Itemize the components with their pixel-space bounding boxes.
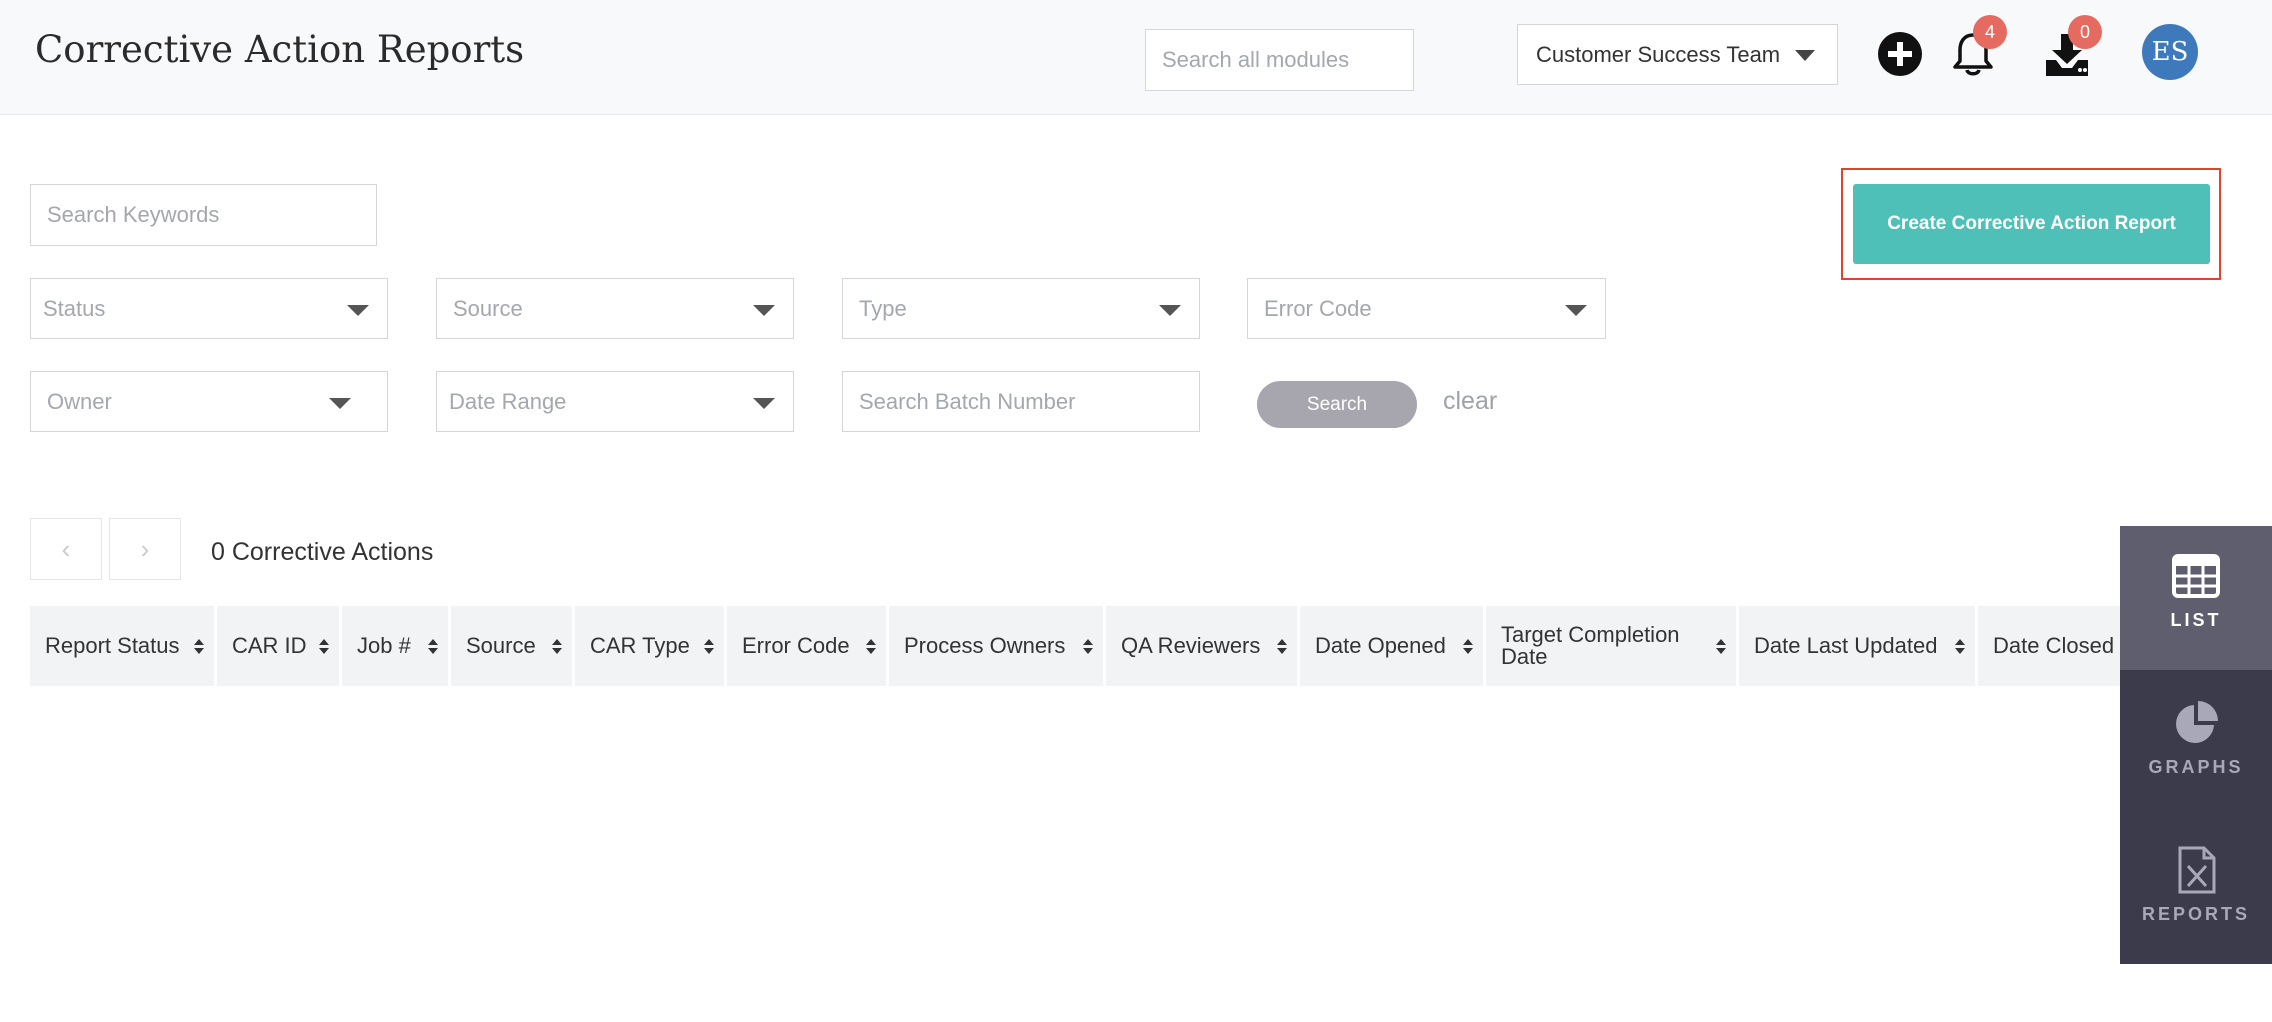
sort-icon bbox=[428, 639, 438, 655]
column-header-car-type[interactable]: CAR Type bbox=[575, 606, 724, 686]
reports-view-label: REPORTS bbox=[2141, 904, 2250, 924]
team-select-label: Customer Success Team bbox=[1536, 41, 1781, 67]
reports-view-button[interactable]: REPORTS bbox=[2120, 820, 2272, 964]
table-header: Report Status CAR ID Job # Source CAR Ty… bbox=[30, 606, 2159, 686]
downloads-badge: 0 bbox=[2068, 15, 2102, 49]
source-dropdown-label: Source bbox=[453, 295, 523, 321]
sort-icon bbox=[1083, 639, 1093, 655]
team-select[interactable]: Customer Success Team bbox=[1517, 24, 1838, 85]
error-code-dropdown[interactable]: Error Code bbox=[1247, 278, 1606, 339]
column-header-source[interactable]: Source bbox=[451, 606, 572, 686]
chevron-down-icon bbox=[1795, 50, 1815, 61]
create-car-button[interactable]: Create Corrective Action Report bbox=[1853, 184, 2210, 264]
date-range-dropdown[interactable]: Date Range bbox=[436, 371, 794, 432]
chevron-down-icon bbox=[1159, 305, 1181, 316]
sort-icon bbox=[866, 639, 876, 655]
results-count: 0 Corrective Actions bbox=[211, 538, 434, 566]
table-icon bbox=[2172, 554, 2220, 598]
sort-icon bbox=[704, 639, 714, 655]
sort-icon bbox=[319, 639, 329, 655]
column-header-target-completion-date[interactable]: Target Completion Date bbox=[1486, 606, 1736, 686]
previous-page-button[interactable]: ‹ bbox=[30, 518, 102, 580]
view-switcher-panel: LIST GRAPHS REPORTS bbox=[2120, 526, 2272, 964]
search-button[interactable]: Search bbox=[1257, 381, 1417, 428]
date-range-dropdown-label: Date Range bbox=[449, 388, 567, 414]
graphs-view-label: GRAPHS bbox=[2148, 757, 2244, 777]
chevron-down-icon bbox=[753, 305, 775, 316]
global-search-input[interactable] bbox=[1145, 29, 1414, 91]
notifications-badge: 4 bbox=[1973, 15, 2007, 49]
column-header-report-status[interactable]: Report Status bbox=[30, 606, 214, 686]
list-view-label: LIST bbox=[2170, 610, 2222, 630]
error-code-dropdown-label: Error Code bbox=[1264, 295, 1372, 321]
type-dropdown[interactable]: Type bbox=[842, 278, 1200, 339]
plus-circle-icon[interactable] bbox=[1877, 31, 1923, 77]
status-dropdown-label: Status bbox=[43, 295, 106, 321]
chevron-down-icon bbox=[329, 398, 351, 409]
sort-icon bbox=[552, 639, 562, 655]
column-header-qa-reviewers[interactable]: QA Reviewers bbox=[1106, 606, 1297, 686]
sort-icon bbox=[194, 639, 204, 655]
excel-file-icon bbox=[2178, 846, 2216, 894]
chevron-down-icon bbox=[347, 305, 369, 316]
status-dropdown[interactable]: Status bbox=[30, 278, 388, 339]
graphs-view-button[interactable]: GRAPHS bbox=[2120, 673, 2272, 817]
column-header-date-last-updated[interactable]: Date Last Updated bbox=[1739, 606, 1975, 686]
owner-dropdown-label: Owner bbox=[47, 388, 112, 414]
next-page-button[interactable]: › bbox=[109, 518, 181, 580]
chevron-right-icon: › bbox=[140, 533, 150, 564]
app-header: Corrective Action Reports Customer Succe… bbox=[0, 0, 2272, 115]
page-title: Corrective Action Reports bbox=[35, 28, 525, 71]
chevron-down-icon bbox=[1565, 305, 1587, 316]
column-header-process-owners[interactable]: Process Owners bbox=[889, 606, 1103, 686]
column-header-car-id[interactable]: CAR ID bbox=[217, 606, 339, 686]
clear-link[interactable]: clear bbox=[1443, 387, 1497, 416]
sort-icon bbox=[1716, 639, 1726, 655]
column-header-error-code[interactable]: Error Code bbox=[727, 606, 886, 686]
sort-icon bbox=[1277, 639, 1287, 655]
list-view-button[interactable]: LIST bbox=[2120, 526, 2272, 670]
owner-dropdown[interactable]: Owner bbox=[30, 371, 388, 432]
type-dropdown-label: Type bbox=[859, 295, 907, 321]
keywords-search-input[interactable] bbox=[30, 184, 377, 246]
chevron-down-icon bbox=[753, 398, 775, 409]
avatar[interactable]: ES bbox=[2142, 24, 2198, 80]
source-dropdown[interactable]: Source bbox=[436, 278, 794, 339]
column-header-job[interactable]: Job # bbox=[342, 606, 448, 686]
sort-icon bbox=[1463, 639, 1473, 655]
chevron-left-icon: ‹ bbox=[61, 533, 71, 564]
batch-number-input[interactable] bbox=[842, 371, 1200, 432]
column-header-date-opened[interactable]: Date Opened bbox=[1300, 606, 1483, 686]
sort-icon bbox=[1955, 639, 1965, 655]
pie-chart-icon bbox=[2176, 701, 2218, 743]
